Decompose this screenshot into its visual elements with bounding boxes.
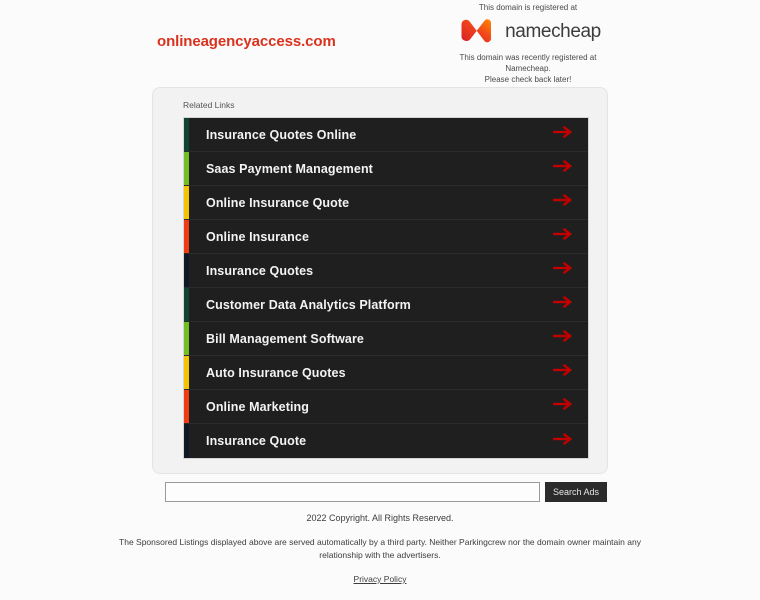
related-link-label: Online Insurance xyxy=(206,229,310,244)
privacy-policy-link[interactable]: Privacy Policy xyxy=(354,573,407,586)
namecheap-n-icon xyxy=(455,15,499,48)
search-ads-bar: Search Ads xyxy=(165,482,608,502)
arrow-right-icon[interactable] xyxy=(552,125,573,144)
search-ads-button[interactable]: Search Ads xyxy=(545,482,608,502)
namecheap-logo: namecheap xyxy=(442,16,614,46)
link-accent-bar xyxy=(184,288,189,321)
arrow-right-icon[interactable] xyxy=(552,329,573,348)
related-link-row[interactable]: Bill Management Software xyxy=(184,322,588,356)
related-link-label: Insurance Quotes Online xyxy=(206,127,357,142)
related-link-row[interactable]: Insurance Quotes Online xyxy=(184,118,588,152)
related-link-label: Online Insurance Quote xyxy=(206,195,350,210)
related-links-list: Insurance Quotes Online Saas Payment Mana… xyxy=(183,117,589,459)
link-accent-bar xyxy=(184,186,189,219)
page-footer: 2022 Copyright. All Rights Reserved. The… xyxy=(0,512,760,587)
related-links-card: Related Links Insurance Quotes Online Saa… xyxy=(152,87,608,474)
related-link-row[interactable]: Online Marketing xyxy=(184,390,588,424)
arrow-right-icon[interactable] xyxy=(552,261,573,280)
registered-at-text: This domain is registered at xyxy=(478,3,578,12)
link-accent-bar xyxy=(184,356,189,389)
related-link-label: Online Marketing xyxy=(206,399,310,414)
arrow-right-icon[interactable] xyxy=(552,397,573,416)
arrow-right-icon[interactable] xyxy=(552,159,573,178)
page-header: onlineagencyaccess.com This domain is re… xyxy=(0,0,760,84)
related-link-label: Saas Payment Management xyxy=(206,161,373,176)
sponsored-listings-disclaimer: The Sponsored Listings displayed above a… xyxy=(119,537,641,560)
registrar-note: This domain was recently registered at N… xyxy=(442,52,614,85)
related-link-row[interactable]: Saas Payment Management xyxy=(184,152,588,186)
page-title: onlineagencyaccess.com xyxy=(157,33,336,50)
arrow-right-icon[interactable] xyxy=(552,227,573,246)
link-accent-bar xyxy=(184,424,189,458)
link-accent-bar xyxy=(184,390,189,423)
copyright-text: 2022 Copyright. All Rights Reserved. xyxy=(306,513,454,523)
related-link-label: Bill Management Software xyxy=(206,331,364,346)
link-accent-bar xyxy=(184,152,189,185)
link-accent-bar xyxy=(184,254,189,287)
namecheap-wordmark: namecheap xyxy=(505,20,601,42)
arrow-right-icon[interactable] xyxy=(552,295,573,314)
related-link-label: Auto Insurance Quotes xyxy=(206,365,346,380)
link-accent-bar xyxy=(184,118,189,151)
arrow-right-icon[interactable] xyxy=(552,193,573,212)
arrow-right-icon[interactable] xyxy=(552,432,573,451)
related-link-label: Customer Data Analytics Platform xyxy=(206,297,411,312)
related-links-label: Related Links xyxy=(183,100,235,110)
related-link-row[interactable]: Online Insurance Quote xyxy=(184,186,588,220)
related-link-row[interactable]: Auto Insurance Quotes xyxy=(184,356,588,390)
link-accent-bar xyxy=(184,322,189,355)
registrar-note-line1: This domain was recently registered at N… xyxy=(459,53,597,73)
related-link-row[interactable]: Insurance Quotes xyxy=(184,254,588,288)
parked-domain-page: onlineagencyaccess.com This domain is re… xyxy=(0,0,760,600)
link-accent-bar xyxy=(184,220,189,253)
related-link-row[interactable]: Online Insurance xyxy=(184,220,588,254)
registrar-note-line2: Please check back later! xyxy=(484,75,572,84)
search-input[interactable] xyxy=(165,482,540,502)
namecheap-registrar-block: This domain is registered at namecheap T… xyxy=(442,2,614,85)
related-link-row[interactable]: Customer Data Analytics Platform xyxy=(184,288,588,322)
related-link-row[interactable]: Insurance Quote xyxy=(184,424,588,458)
related-link-label: Insurance Quote xyxy=(206,434,307,448)
arrow-right-icon[interactable] xyxy=(552,363,573,382)
related-link-label: Insurance Quotes xyxy=(206,263,314,278)
